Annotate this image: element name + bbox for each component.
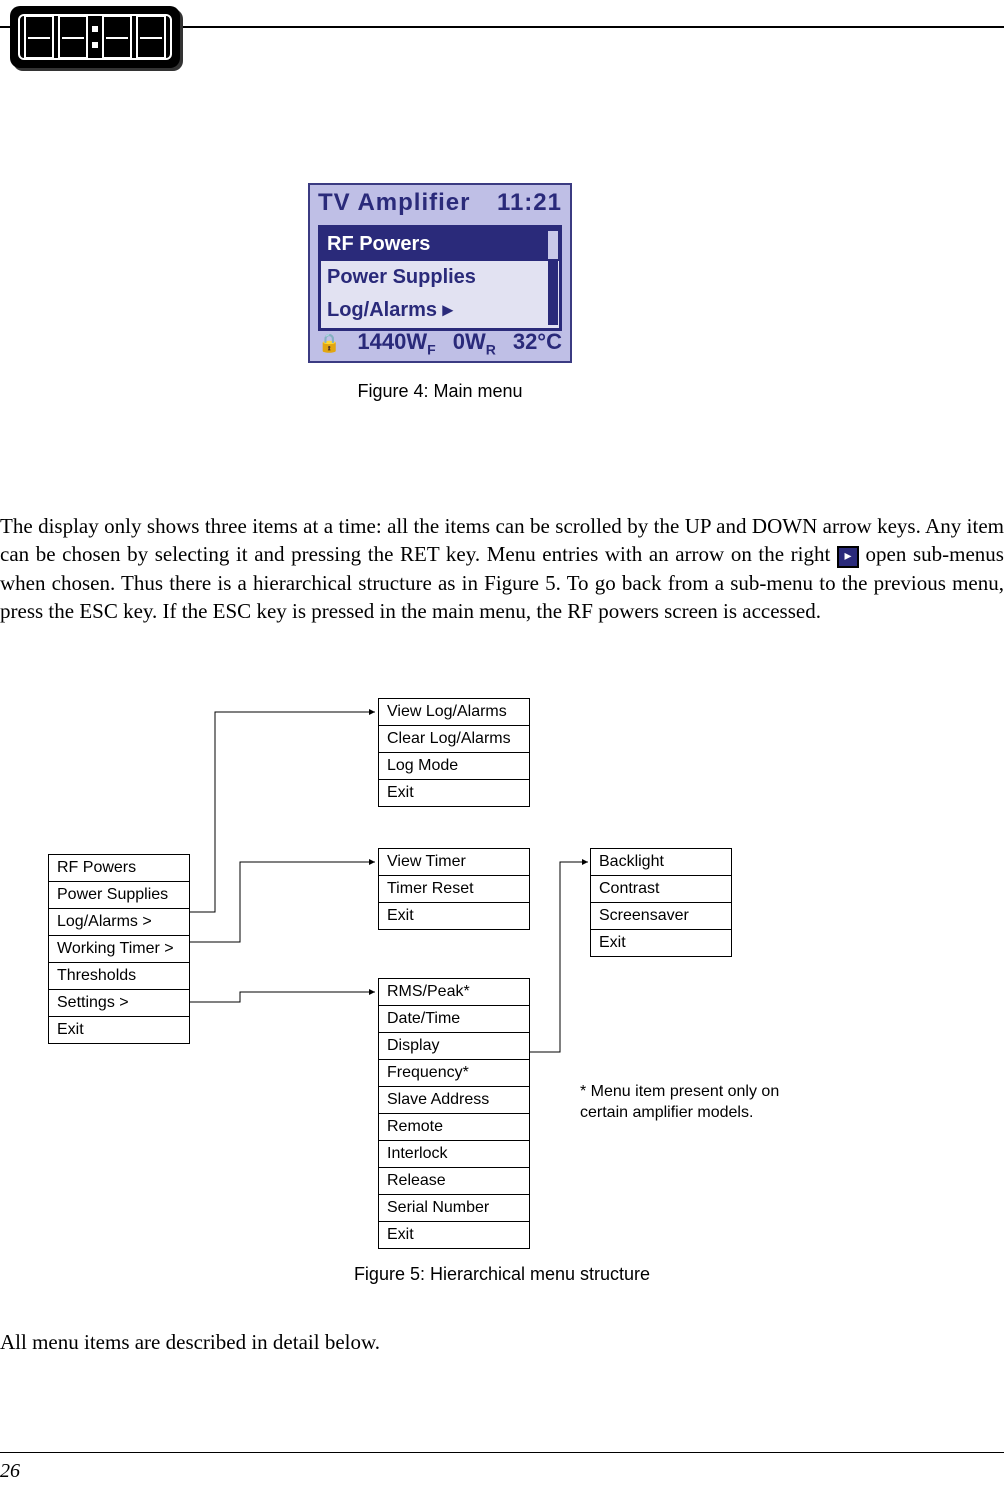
menu-item: Log Mode: [379, 753, 529, 780]
lcd-row: Power Supplies: [321, 261, 559, 294]
menu-item: Frequency*: [379, 1060, 529, 1087]
lcd-reflected-power: 0WR: [453, 329, 496, 357]
body-paragraph: The display only shows three items at a …: [0, 512, 1004, 625]
lcd-title: TV Amplifier: [318, 189, 470, 217]
closing-text: All menu items are described in detail b…: [0, 1330, 380, 1355]
menu-item: Settings >: [49, 990, 189, 1017]
menu-item: Exit: [591, 930, 731, 957]
menu-item: Thresholds: [49, 963, 189, 990]
menu-item: Working Timer >: [49, 936, 189, 963]
menu-item: Interlock: [379, 1141, 529, 1168]
menu-settings: RMS/Peak* Date/Time Display Frequency* S…: [378, 978, 530, 1249]
lcd-figure: TV Amplifier 11:21 RF Powers Power Suppl…: [308, 183, 572, 402]
menu-item: View Timer: [379, 849, 529, 876]
menu-working-timer: View Timer Timer Reset Exit: [378, 848, 530, 930]
menu-item: Backlight: [591, 849, 731, 876]
menu-item: Exit: [379, 780, 529, 807]
figure4-caption: Figure 4: Main menu: [308, 381, 572, 402]
menu-item: Screensaver: [591, 903, 731, 930]
lcd-scroll-thumb: [548, 231, 558, 259]
menu-item: Log/Alarms >: [49, 909, 189, 936]
menu-item: Timer Reset: [379, 876, 529, 903]
submenu-arrow-icon: ▸: [837, 546, 859, 568]
lcd-clock: 11:21: [497, 189, 562, 217]
menu-item: Clear Log/Alarms: [379, 726, 529, 753]
menu-item: Slave Address: [379, 1087, 529, 1114]
menu-item: Remote: [379, 1114, 529, 1141]
menu-main: RF Powers Power Supplies Log/Alarms > Wo…: [48, 854, 190, 1044]
menu-item: Exit: [49, 1017, 189, 1044]
menu-hierarchy-diagram: RF Powers Power Supplies Log/Alarms > Wo…: [40, 694, 840, 1264]
menu-display: Backlight Contrast Screensaver Exit: [590, 848, 732, 957]
lcd-temperature: 32°C: [513, 329, 562, 355]
footnote-text: * Menu item present only on certain ampl…: [580, 1082, 810, 1124]
menu-item: View Log/Alarms: [379, 699, 529, 726]
figure5-caption: Figure 5: Hierarchical menu structure: [0, 1264, 1004, 1285]
page-number: 26: [0, 1460, 20, 1483]
lock-icon: 🔒: [318, 333, 340, 354]
lcd-row: Log/Alarms ▸: [321, 294, 559, 327]
menu-item: Release: [379, 1168, 529, 1195]
menu-item: RMS/Peak*: [379, 979, 529, 1006]
menu-item: Contrast: [591, 876, 731, 903]
bottom-rule: [0, 1452, 1004, 1453]
menu-item: Power Supplies: [49, 882, 189, 909]
menu-item: Display: [379, 1033, 529, 1060]
menu-item: Exit: [379, 903, 529, 930]
lcd-row-selected: RF Powers: [321, 228, 559, 261]
menu-item: Exit: [379, 1222, 529, 1249]
menu-item: Date/Time: [379, 1006, 529, 1033]
menu-item: Serial Number: [379, 1195, 529, 1222]
clock-display-icon: [10, 6, 180, 68]
lcd-forward-power: 1440WF: [357, 329, 435, 357]
menu-item: RF Powers: [49, 855, 189, 882]
menu-log-alarms: View Log/Alarms Clear Log/Alarms Log Mod…: [378, 698, 530, 807]
